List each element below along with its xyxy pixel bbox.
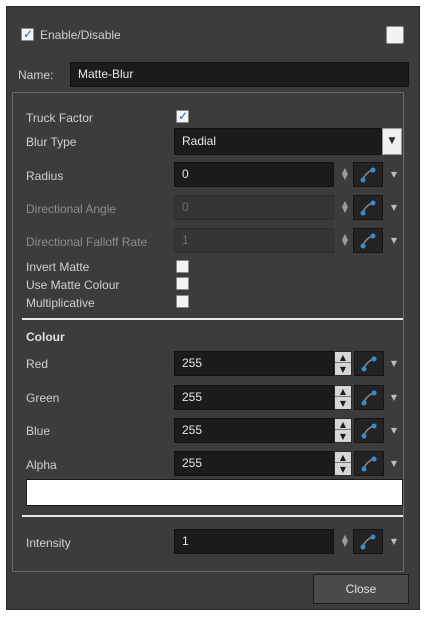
name-label: Name: bbox=[18, 68, 54, 82]
colour-section-title: Colour bbox=[26, 330, 65, 344]
radius-spinner[interactable]: ▲ ▼ bbox=[340, 167, 350, 182]
intensity-function-button[interactable] bbox=[353, 529, 383, 554]
colour-swatch[interactable] bbox=[26, 479, 403, 506]
directional-angle-function-button[interactable] bbox=[353, 195, 383, 220]
radius-input[interactable]: 0 bbox=[174, 162, 334, 187]
alpha-function-button[interactable] bbox=[354, 451, 384, 476]
chevron-down-icon[interactable]: ▼ bbox=[382, 128, 402, 155]
blue-input[interactable]: 255 bbox=[174, 418, 334, 443]
truck-factor-checkbox[interactable]: ✓ bbox=[176, 109, 189, 123]
intensity-input[interactable]: 1 bbox=[174, 529, 334, 554]
multiplicative-checkbox[interactable] bbox=[176, 295, 189, 308]
directional-falloff-label: Directional Falloff Rate bbox=[26, 235, 148, 249]
directional-falloff-spinner[interactable]: ▲ ▼ bbox=[340, 233, 350, 248]
chevron-down-icon[interactable]: ▼ bbox=[389, 162, 399, 187]
alpha-spinner[interactable]: ▲ ▼ bbox=[334, 451, 352, 476]
multiplicative-label: Multiplicative bbox=[26, 296, 95, 310]
directional-falloff-function-button[interactable] bbox=[353, 228, 383, 253]
green-label: Green bbox=[26, 391, 60, 405]
radius-function-button[interactable] bbox=[353, 162, 383, 187]
truck-factor-label: Truck Factor bbox=[26, 111, 93, 125]
section-divider bbox=[22, 318, 403, 320]
blue-label: Blue bbox=[26, 424, 51, 438]
directional-falloff-input[interactable]: 1 bbox=[174, 228, 334, 253]
red-input[interactable]: 255 bbox=[174, 351, 334, 376]
chevron-down-icon[interactable]: ▼ bbox=[389, 385, 399, 410]
intensity-spinner[interactable]: ▲ ▼ bbox=[340, 534, 350, 549]
section-divider bbox=[22, 515, 403, 517]
radius-label: Radius bbox=[26, 169, 64, 183]
function-curve-icon bbox=[361, 356, 377, 372]
alpha-input[interactable]: 255 bbox=[174, 451, 334, 476]
invert-matte-label: Invert Matte bbox=[26, 260, 90, 274]
green-input[interactable]: 255 bbox=[174, 385, 334, 410]
color-swatch-toggle[interactable] bbox=[386, 26, 404, 44]
directional-angle-input[interactable]: 0 bbox=[174, 195, 334, 220]
invert-matte-checkbox[interactable] bbox=[176, 260, 189, 273]
alpha-label: Alpha bbox=[26, 458, 57, 472]
blur-type-label: Blur Type bbox=[26, 135, 77, 149]
blue-function-button[interactable] bbox=[354, 418, 384, 443]
chevron-down-icon[interactable]: ▼ bbox=[389, 418, 399, 443]
blur-type-select[interactable]: Radial bbox=[174, 128, 382, 155]
name-input[interactable]: Matte-Blur bbox=[70, 62, 409, 87]
checkmark-icon: ✓ bbox=[23, 27, 34, 41]
use-matte-colour-checkbox[interactable] bbox=[176, 277, 189, 290]
chevron-down-icon[interactable]: ▼ bbox=[389, 451, 399, 476]
red-label: Red bbox=[26, 357, 49, 371]
function-curve-icon bbox=[360, 167, 376, 183]
chevron-down-icon[interactable]: ▼ bbox=[389, 529, 399, 554]
enable-label: Enable/Disable bbox=[40, 28, 121, 42]
intensity-label: Intensity bbox=[26, 536, 71, 550]
chevron-down-icon[interactable]: ▼ bbox=[389, 351, 399, 376]
function-curve-icon bbox=[360, 534, 376, 550]
function-curve-icon bbox=[360, 233, 376, 249]
blue-spinner[interactable]: ▲ ▼ bbox=[334, 418, 352, 443]
function-curve-icon bbox=[361, 423, 377, 439]
use-matte-colour-label: Use Matte Colour bbox=[26, 278, 120, 292]
green-function-button[interactable] bbox=[354, 385, 384, 410]
green-spinner[interactable]: ▲ ▼ bbox=[334, 385, 352, 410]
enable-checkbox[interactable]: ✓ bbox=[21, 27, 34, 41]
function-curve-icon bbox=[360, 200, 376, 216]
directional-angle-label: Directional Angle bbox=[26, 202, 117, 216]
chevron-down-icon[interactable]: ▼ bbox=[389, 228, 399, 253]
checkmark-icon: ✓ bbox=[178, 109, 189, 123]
chevron-down-icon[interactable]: ▼ bbox=[389, 195, 399, 220]
function-curve-icon bbox=[361, 456, 377, 472]
red-function-button[interactable] bbox=[354, 351, 384, 376]
close-button[interactable]: Close bbox=[313, 574, 409, 604]
directional-angle-spinner[interactable]: ▲ ▼ bbox=[340, 200, 350, 215]
red-spinner[interactable]: ▲ ▼ bbox=[334, 351, 352, 376]
function-curve-icon bbox=[361, 390, 377, 406]
